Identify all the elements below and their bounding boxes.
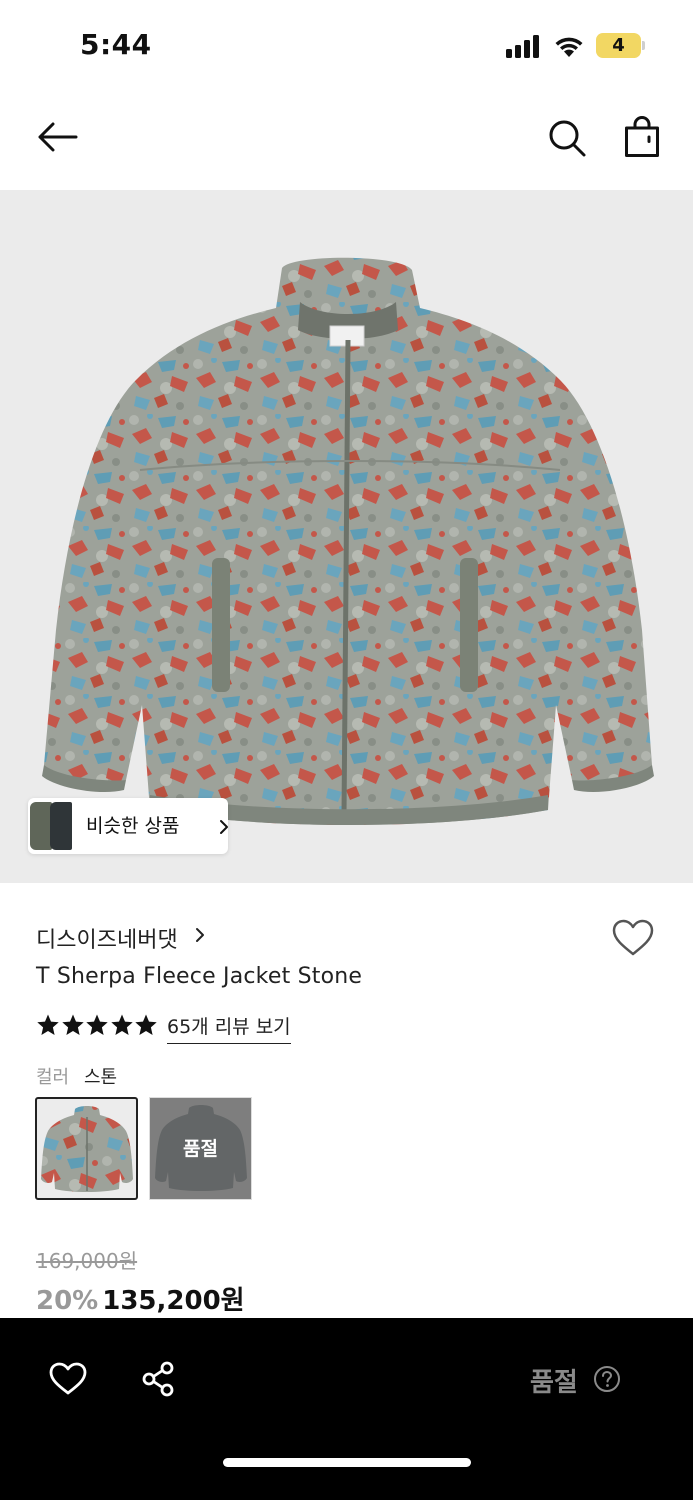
star-icon bbox=[37, 1014, 59, 1035]
chevron-right-icon bbox=[220, 820, 228, 834]
color-label: 컬러 bbox=[36, 1067, 70, 1088]
chevron-right-icon bbox=[196, 928, 204, 942]
similar-products-thumbnails bbox=[28, 798, 72, 854]
question-circle-icon[interactable] bbox=[593, 1365, 621, 1393]
color-swatch-stone[interactable] bbox=[35, 1097, 138, 1200]
heart-icon[interactable] bbox=[48, 1361, 88, 1397]
arrow-left-icon[interactable] bbox=[36, 120, 78, 154]
swatch-thumbnail-image bbox=[41, 1106, 133, 1192]
brand-link[interactable]: 디스이즈네버댓 bbox=[36, 922, 178, 954]
sale-price-row: 20% 135,200원 bbox=[36, 1280, 245, 1317]
search-icon[interactable] bbox=[547, 118, 587, 158]
shopping-bag-icon[interactable] bbox=[624, 116, 660, 158]
fleece-jacket-illustration bbox=[42, 257, 654, 825]
wifi-icon bbox=[555, 37, 583, 57]
battery-level: 4 bbox=[612, 35, 625, 56]
star-icon bbox=[61, 1014, 84, 1035]
similar-products-label: 비슷한 상품 bbox=[86, 815, 180, 837]
star-icon bbox=[86, 1014, 108, 1035]
bottom-action-bar: 품절 bbox=[0, 1318, 693, 1500]
battery-icon: 4 bbox=[596, 33, 646, 58]
sale-price: 135,200원 bbox=[102, 1286, 245, 1316]
color-swatch-charcoal[interactable]: 품절 bbox=[149, 1097, 252, 1200]
home-indicator[interactable] bbox=[223, 1458, 471, 1467]
star-icon bbox=[135, 1014, 157, 1035]
top-nav-bar bbox=[0, 92, 693, 190]
status-time: 5:44 bbox=[80, 28, 152, 61]
color-value: 스톤 bbox=[84, 1067, 118, 1088]
original-price: 169,000원 bbox=[36, 1249, 138, 1273]
discount-rate: 20% bbox=[36, 1286, 99, 1316]
rating-stars bbox=[36, 1013, 159, 1039]
star-icon bbox=[110, 1014, 133, 1035]
status-bar: 5:44 4 bbox=[0, 0, 693, 92]
sold-out-status: 품절 bbox=[530, 1368, 578, 1398]
cellular-signal-icon bbox=[506, 34, 542, 58]
product-image[interactable] bbox=[0, 190, 693, 883]
share-icon[interactable] bbox=[140, 1360, 178, 1398]
similar-products-button[interactable]: 비슷한 상품 bbox=[28, 798, 228, 854]
review-link[interactable]: 65개 리뷰 보기 bbox=[167, 1012, 291, 1044]
sold-out-label: 품절 bbox=[183, 1138, 218, 1160]
product-name: T Sherpa Fleece Jacket Stone bbox=[36, 964, 363, 989]
heart-icon[interactable] bbox=[611, 918, 655, 958]
